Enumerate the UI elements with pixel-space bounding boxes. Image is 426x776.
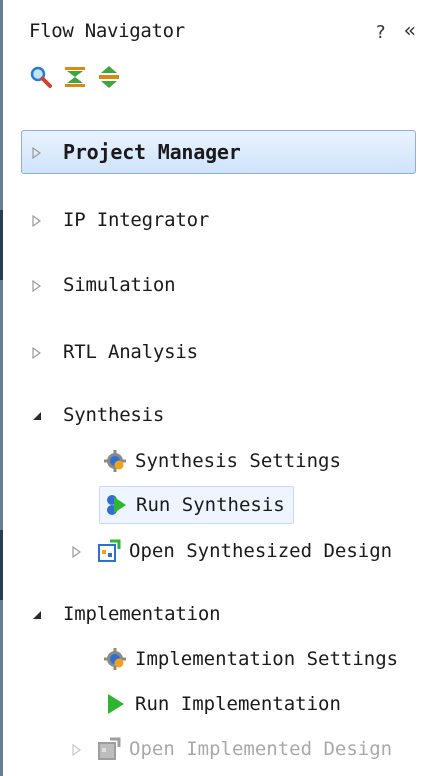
gear-icon (103, 647, 127, 671)
item-implementation-settings[interactable]: Implementation Settings (103, 642, 398, 676)
section-ip-integrator[interactable]: IP Integrator (29, 203, 209, 237)
chevron-right-icon[interactable] (29, 278, 43, 293)
item-synthesis-settings[interactable]: Synthesis Settings (103, 444, 341, 478)
chevron-right-icon[interactable] (29, 145, 43, 160)
item-label: Implementation Settings (135, 648, 399, 670)
section-label: Simulation (63, 274, 176, 296)
section-implementation[interactable]: Implementation (29, 597, 221, 631)
item-label: Synthesis Settings (135, 450, 341, 472)
section-rtl-analysis[interactable]: RTL Analysis (29, 335, 198, 369)
play-icon (103, 692, 127, 716)
chevron-right-icon[interactable] (69, 544, 83, 559)
chevron-right-icon (69, 742, 83, 757)
run-synthesis-icon (104, 493, 128, 517)
chevron-down-icon[interactable] (29, 607, 43, 621)
section-label: Implementation (63, 603, 221, 625)
section-label: Synthesis (63, 404, 165, 426)
section-label: RTL Analysis (63, 341, 198, 363)
item-label: Run Implementation (135, 693, 341, 715)
flow-navigator-panel: Flow Navigator ? « Project Manager IP In… (3, 0, 426, 776)
section-project-manager[interactable]: Project Manager (21, 130, 416, 174)
chevron-down-icon[interactable] (29, 408, 43, 422)
section-label: IP Integrator (63, 209, 210, 231)
item-label: Open Synthesized Design (129, 540, 393, 562)
item-run-synthesis[interactable]: Run Synthesis (99, 486, 294, 524)
chevron-right-icon[interactable] (29, 213, 43, 228)
gear-icon (103, 449, 127, 473)
item-run-implementation[interactable]: Run Implementation (103, 687, 341, 721)
item-label: Open Implemented Design (129, 738, 393, 760)
open-design-icon (97, 539, 121, 563)
item-label: Run Synthesis (136, 494, 285, 516)
section-simulation[interactable]: Simulation (29, 268, 176, 302)
section-label: Project Manager (63, 140, 241, 164)
item-open-implemented-design: Open Implemented Design (69, 732, 392, 766)
flow-tree: Project Manager IP Integrator Simulation… (3, 0, 426, 776)
open-design-icon (97, 737, 121, 761)
section-synthesis[interactable]: Synthesis (29, 398, 164, 432)
chevron-right-icon[interactable] (29, 345, 43, 360)
item-open-synthesized-design[interactable]: Open Synthesized Design (69, 534, 392, 568)
